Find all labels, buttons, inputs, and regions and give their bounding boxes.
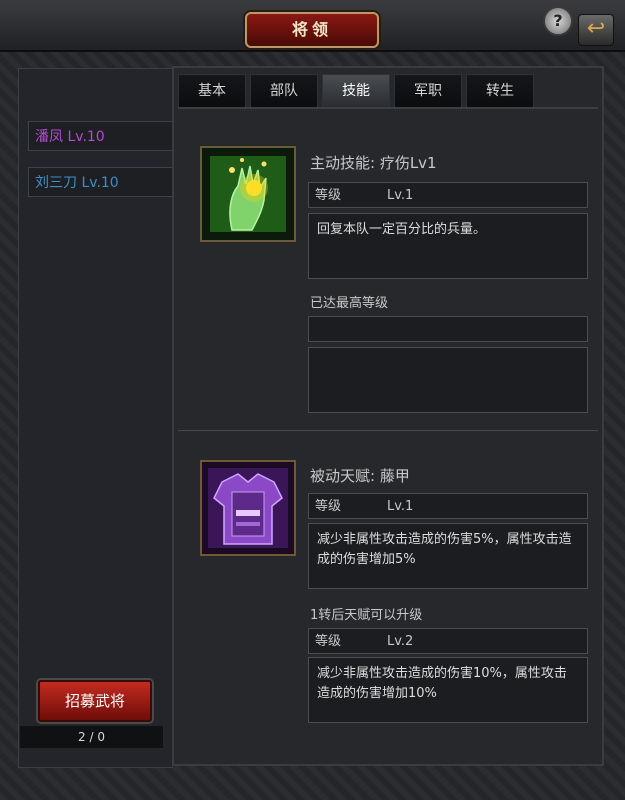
general-name: 潘凤 (35, 129, 63, 145)
tab-military-rank[interactable]: 军职 (394, 74, 462, 108)
talent-next-level-label: 等级 (315, 634, 342, 649)
help-button[interactable]: ? (543, 6, 573, 36)
skill-title: 主动技能: 疗伤Lv1 (310, 154, 437, 172)
skill-level-row: 等级 Lv.1 (308, 182, 588, 208)
tab-basic[interactable]: 基本 (178, 74, 246, 108)
max-level-note: 已达最高等级 (310, 296, 389, 311)
talent-next-level-row: 等级 Lv.2 (308, 628, 588, 654)
talent-upgrade-note: 1转后天赋可以升级 (310, 608, 423, 623)
general-name: 刘三刀 (35, 175, 77, 191)
next-level-row-empty (308, 316, 588, 342)
general-item-liusandao[interactable]: 刘三刀 Lv.10 (28, 167, 178, 197)
general-level: Lv.10 (81, 175, 119, 191)
tab-rebirth[interactable]: 转生 (466, 74, 534, 108)
talent-next-description: 减少非属性攻击造成的伤害10%，属性攻击造成的伤害增加10% (308, 657, 588, 723)
next-level-description-empty (308, 347, 588, 413)
talent-title: 被动天赋: 藤甲 (310, 467, 410, 485)
talent-level-label: 等级 (315, 499, 342, 514)
recruit-general-button[interactable]: 招募武将 (38, 680, 152, 722)
talent-next-level-value: Lv.2 (387, 634, 414, 649)
tab-bar: 基本 部队 技能 军职 转生 (178, 74, 534, 108)
section-divider (178, 430, 598, 431)
window-title-plate: 将领 (245, 12, 379, 48)
skill-level-label: 等级 (315, 188, 342, 203)
back-button[interactable]: ↩ (578, 14, 614, 46)
tab-underline (178, 107, 598, 109)
window-title: 将领 (291, 20, 332, 39)
talent-level-row: 等级 Lv.1 (308, 493, 588, 519)
general-level: Lv.10 (67, 129, 105, 145)
skill-description: 回复本队一定百分比的兵量。 (308, 213, 588, 279)
talent-description: 减少非属性攻击造成的伤害5%，属性攻击造成的伤害增加5% (308, 523, 588, 589)
skill-level-value: Lv.1 (387, 188, 414, 203)
recruit-count: 2 / 0 (20, 726, 163, 748)
heal-skill-icon[interactable] (200, 146, 296, 242)
general-item-panfeng[interactable]: 潘凤 Lv.10 (28, 121, 178, 151)
armor-talent-icon[interactable] (200, 460, 296, 556)
tab-skills[interactable]: 技能 (322, 74, 390, 108)
talent-level-value: Lv.1 (387, 499, 414, 514)
tab-troops[interactable]: 部队 (250, 74, 318, 108)
